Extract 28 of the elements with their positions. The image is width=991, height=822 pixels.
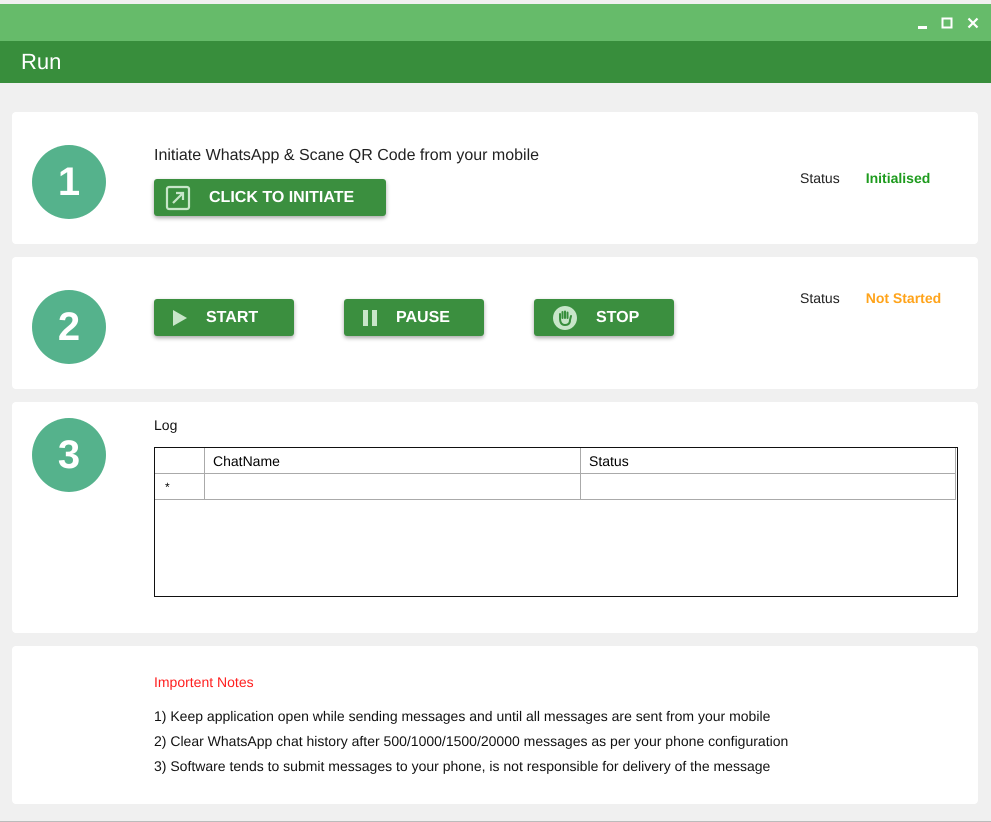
note-text: 3) Software tends to submit messages to your phone, is not responsible for delivery of the message [154, 758, 772, 774]
status-label: Status [800, 290, 840, 306]
hand-icon [552, 304, 578, 330]
log-label: Log [154, 417, 178, 433]
row-header-cell [155, 448, 205, 474]
note-text: 1) Keep application open while sending messages and until all messages are sent from your mobile [154, 708, 772, 724]
pause-button[interactable]: PAUSE [344, 299, 484, 336]
column-header: ChatName [205, 448, 581, 474]
note-text: 2) Clear WhatsApp chat history after 500/1000/1500/20000 messages as per your phone configuration [154, 733, 790, 749]
initiate-button[interactable]: CLICK TO INITIATE [154, 179, 386, 216]
instruction-text: Initiate WhatsApp & Scane QR Code from your mobile [154, 147, 540, 165]
play-icon [172, 308, 188, 326]
minimize-icon [918, 26, 927, 28]
step-number-badge: 3 [32, 418, 106, 492]
window-title: Run [21, 49, 62, 75]
status-label: Status [800, 170, 840, 186]
close-icon [967, 16, 979, 28]
status-value: Not Started [866, 290, 942, 306]
status-value: Initialised [866, 170, 930, 186]
stop-button[interactable]: STOP [534, 299, 674, 336]
step-number-badge: 1 [32, 145, 106, 219]
external-link-icon [165, 184, 191, 210]
step-number-badge: 2 [32, 290, 106, 364]
column-header: Status [581, 448, 956, 474]
notes-title: Importent Notes [154, 674, 255, 690]
pause-icon [362, 308, 378, 326]
maximize-icon [941, 16, 953, 28]
start-button[interactable]: START [154, 299, 294, 336]
